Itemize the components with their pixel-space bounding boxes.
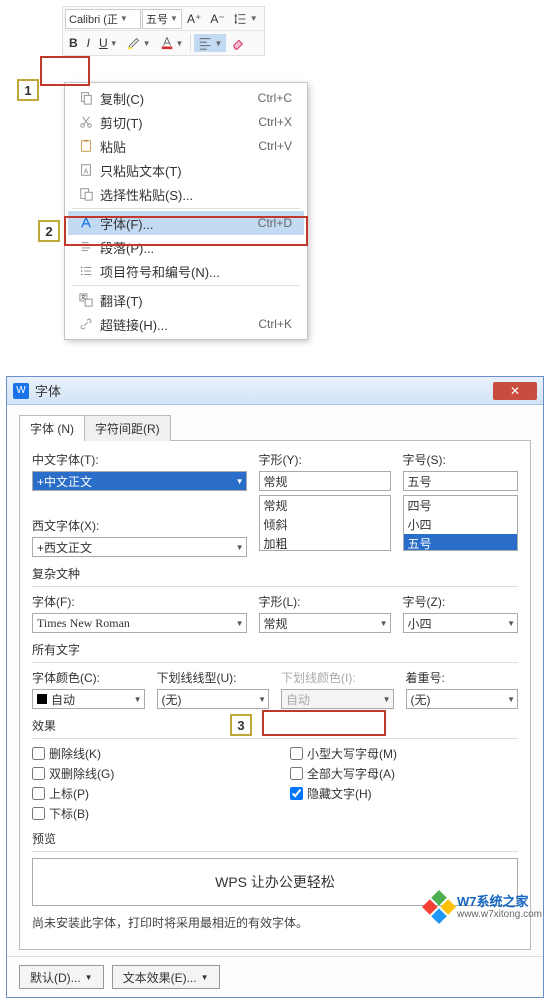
paste-special-icon xyxy=(72,187,100,201)
menu-translate[interactable]: 文 翻译(T) xyxy=(68,288,304,312)
complex-size-label: 字号(Z): xyxy=(403,593,519,610)
scissors-icon xyxy=(72,115,100,129)
highlighter-icon xyxy=(127,36,141,50)
font-color-icon xyxy=(160,36,174,50)
copy-icon xyxy=(72,91,100,105)
font-dialog-icon xyxy=(72,216,100,230)
font-name-value: Calibri (正 xyxy=(69,11,118,27)
emphasis-label: 着重号: xyxy=(406,669,519,686)
formatting-toolbar: Calibri (正▼ 五号▼ A⁺ A⁻ ▼ B I U▼ ▼ ▼ ▼ xyxy=(62,6,265,56)
fx-superscript[interactable]: 上标(P) xyxy=(32,785,260,802)
tab-strip: 字体 (N) 字符间距(R) xyxy=(19,415,531,441)
menu-font[interactable]: 字体(F)... Ctrl+D xyxy=(68,211,304,235)
chinese-font-combo[interactable]: +中文正文▼ xyxy=(32,471,247,491)
font-name-combo[interactable]: Calibri (正▼ xyxy=(65,9,141,29)
paragraph-icon xyxy=(72,240,100,254)
complex-script-title: 复杂文种 xyxy=(32,565,518,582)
bullets-icon xyxy=(72,264,100,278)
close-icon: ✕ xyxy=(510,384,520,398)
brand-url: www.w7xitong.com xyxy=(457,909,542,920)
font-color-label: 字体颜色(C): xyxy=(32,669,145,686)
svg-text:A: A xyxy=(84,169,89,176)
fx-subscript[interactable]: 下标(B) xyxy=(32,805,260,822)
fx-strikethrough[interactable]: 删除线(K) xyxy=(32,745,260,762)
italic-button[interactable]: I xyxy=(83,34,94,52)
complex-font-combo[interactable]: Times New Roman▼ xyxy=(32,613,247,633)
chinese-font-label: 中文字体(T): xyxy=(32,451,247,468)
callout-3: 3 xyxy=(230,714,252,736)
align-icon xyxy=(198,36,212,50)
fx-hidden[interactable]: 隐藏文字(H) xyxy=(290,785,518,802)
menu-bullets[interactable]: 项目符号和编号(N)... xyxy=(68,259,304,283)
tab-font[interactable]: 字体 (N) xyxy=(19,415,85,441)
shrink-font-button[interactable]: A⁻ xyxy=(206,10,228,28)
dialog-title: 字体 xyxy=(35,381,493,400)
app-icon: W xyxy=(13,383,29,399)
underline-button[interactable]: U▼ xyxy=(95,34,122,52)
context-menu: 复制(C) Ctrl+C 剪切(T) Ctrl+X 粘贴 Ctrl+V A 只粘… xyxy=(64,82,308,340)
callout-1: 1 xyxy=(17,79,39,101)
svg-text:文: 文 xyxy=(81,293,87,301)
eraser-button[interactable] xyxy=(227,34,249,52)
fx-all-caps[interactable]: 全部大写字母(A) xyxy=(290,765,518,782)
underline-color-label: 下划线颜色(I): xyxy=(281,669,394,686)
clipboard-icon xyxy=(72,139,100,153)
fx-small-caps[interactable]: 小型大写字母(M) xyxy=(290,745,518,762)
style-listbox[interactable]: 常规 倾斜 加粗 xyxy=(259,495,391,551)
paste-text-icon: A xyxy=(72,163,100,177)
style-input[interactable]: 常规 xyxy=(259,471,391,491)
brand-logo-icon xyxy=(422,890,456,924)
all-text-title: 所有文字 xyxy=(32,641,518,658)
size-label: 字号(S): xyxy=(403,451,519,468)
complex-size-combo[interactable]: 小四▼ xyxy=(403,613,519,633)
complex-style-combo[interactable]: 常规▼ xyxy=(259,613,391,633)
style-label: 字形(Y): xyxy=(259,451,391,468)
fx-double-strikethrough[interactable]: 双删除线(G) xyxy=(32,765,260,782)
underline-style-label: 下划线线型(U): xyxy=(157,669,270,686)
menu-paste-text[interactable]: A 只粘贴文本(T) xyxy=(68,158,304,182)
eraser-icon xyxy=(231,36,245,50)
menu-paste[interactable]: 粘贴 Ctrl+V xyxy=(68,134,304,158)
dialog-titlebar: W 字体 ✕ xyxy=(7,377,543,405)
default-button[interactable]: 默认(D)...▼ xyxy=(19,965,104,989)
underline-color-combo: 自动▼ xyxy=(281,689,394,709)
close-button[interactable]: ✕ xyxy=(493,382,537,400)
western-font-combo[interactable]: +西文正文▼ xyxy=(32,537,247,557)
link-icon xyxy=(72,317,100,331)
complex-style-label: 字形(L): xyxy=(259,593,391,610)
watermark: W7系统之家 www.w7xitong.com xyxy=(427,895,542,920)
complex-font-label: 字体(F): xyxy=(32,593,247,610)
tab-char-spacing[interactable]: 字符间距(R) xyxy=(85,415,171,441)
underline-style-combo[interactable]: (无)▼ xyxy=(157,689,270,709)
line-spacing-button[interactable]: ▼ xyxy=(230,10,262,28)
font-size-combo[interactable]: 五号▼ xyxy=(142,9,182,29)
menu-copy[interactable]: 复制(C) Ctrl+C xyxy=(68,86,304,110)
grow-font-button[interactable]: A⁺ xyxy=(183,10,205,28)
menu-paste-special[interactable]: 选择性粘贴(S)... xyxy=(68,182,304,206)
align-button[interactable]: ▼ xyxy=(194,34,226,52)
font-color-button[interactable]: ▼ xyxy=(156,34,188,52)
font-color-combo[interactable]: 自动▼ xyxy=(32,689,145,709)
brand-name: W7系统之家 xyxy=(457,895,542,909)
highlight-button[interactable]: ▼ xyxy=(123,34,155,52)
translate-icon: 文 xyxy=(72,293,100,307)
line-spacing-icon xyxy=(234,12,248,26)
menu-cut[interactable]: 剪切(T) Ctrl+X xyxy=(68,110,304,134)
callout-2: 2 xyxy=(38,220,60,242)
size-input[interactable]: 五号 xyxy=(403,471,519,491)
menu-hyperlink[interactable]: 超链接(H)... Ctrl+K xyxy=(68,312,304,336)
western-font-label: 西文字体(X): xyxy=(32,517,247,534)
effects-title: 效果 xyxy=(32,717,518,734)
font-size-value: 五号 xyxy=(146,11,168,27)
bold-button[interactable]: B xyxy=(65,34,82,52)
size-listbox[interactable]: 四号 小四 五号 xyxy=(403,495,519,551)
text-effects-button[interactable]: 文本效果(E)...▼ xyxy=(112,965,220,989)
menu-paragraph[interactable]: 段落(P)... xyxy=(68,235,304,259)
preview-title: 预览 xyxy=(32,830,518,847)
emphasis-combo[interactable]: (无)▼ xyxy=(406,689,519,709)
